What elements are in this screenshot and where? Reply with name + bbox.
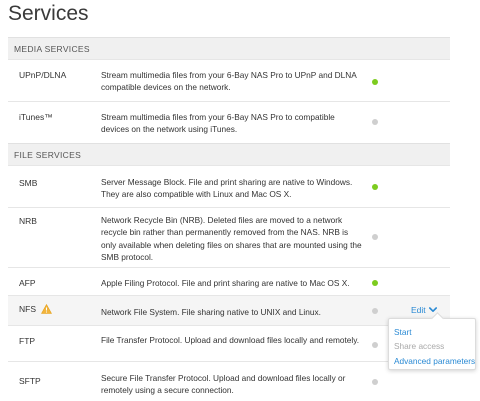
service-row-afp: AFP Apple Filing Protocol. File and prin… (8, 267, 450, 295)
status-indicator-off (372, 308, 378, 314)
status-indicator-off (372, 119, 378, 125)
service-name: AFP (19, 278, 36, 288)
status-indicator-on (372, 280, 378, 286)
service-row-upnp-dlna: UPnP/DLNA Stream multimedia files from y… (8, 59, 450, 101)
service-row-sftp: SFTP Secure File Transfer Protocol. Uplo… (8, 361, 450, 401)
service-name: SMB (19, 178, 38, 188)
service-description: Server Message Block. File and print sha… (101, 177, 353, 200)
service-description: Apple Filing Protocol. File and print sh… (101, 278, 350, 288)
edit-button[interactable]: Edit (411, 305, 437, 315)
section-header-file: FILE SERVICES (8, 143, 450, 165)
service-description: Stream multimedia files from your 6-Bay … (101, 112, 335, 135)
service-row-itunes: iTunes™ Stream multimedia files from you… (8, 101, 450, 143)
service-description: Secure File Transfer Protocol. Upload an… (101, 373, 346, 396)
status-indicator-off (372, 379, 378, 385)
warning-icon (41, 304, 52, 314)
service-row-nrb: NRB Network Recycle Bin (NRB). Deleted f… (8, 207, 450, 267)
service-row-nfs: NFS Network File System. File sharing na… (8, 295, 450, 325)
section-header-media: MEDIA SERVICES (8, 37, 450, 59)
edit-dropdown-menu: Start Share access Advanced parameters (388, 318, 476, 370)
service-name: FTP (19, 336, 36, 346)
service-name: UPnP/DLNA (19, 70, 67, 80)
service-name: NFS (19, 304, 36, 314)
service-name: SFTP (19, 376, 41, 386)
service-description: File Transfer Protocol. Upload and downl… (101, 335, 360, 345)
status-indicator-on (372, 184, 378, 190)
service-row-ftp: FTP File Transfer Protocol. Upload and d… (8, 325, 450, 361)
service-name: NRB (19, 216, 37, 226)
menu-item-start[interactable]: Start (394, 327, 412, 337)
service-description: Network File System. File sharing native… (101, 307, 321, 317)
service-row-smb: SMB Server Message Block. File and print… (8, 165, 450, 207)
menu-item-advanced-parameters[interactable]: Advanced parameters (394, 356, 475, 366)
status-indicator-off (372, 342, 378, 348)
status-indicator-off (372, 234, 378, 240)
chevron-down-icon (428, 307, 437, 312)
page-title: Services (8, 2, 89, 25)
service-description: Stream multimedia files from your 6-Bay … (101, 70, 357, 93)
edit-label: Edit (411, 305, 426, 315)
menu-item-share-access: Share access (394, 341, 445, 351)
service-name: iTunes™ (19, 112, 53, 122)
service-description: Network Recycle Bin (NRB). Deleted files… (101, 215, 362, 262)
status-indicator-on (372, 79, 378, 85)
